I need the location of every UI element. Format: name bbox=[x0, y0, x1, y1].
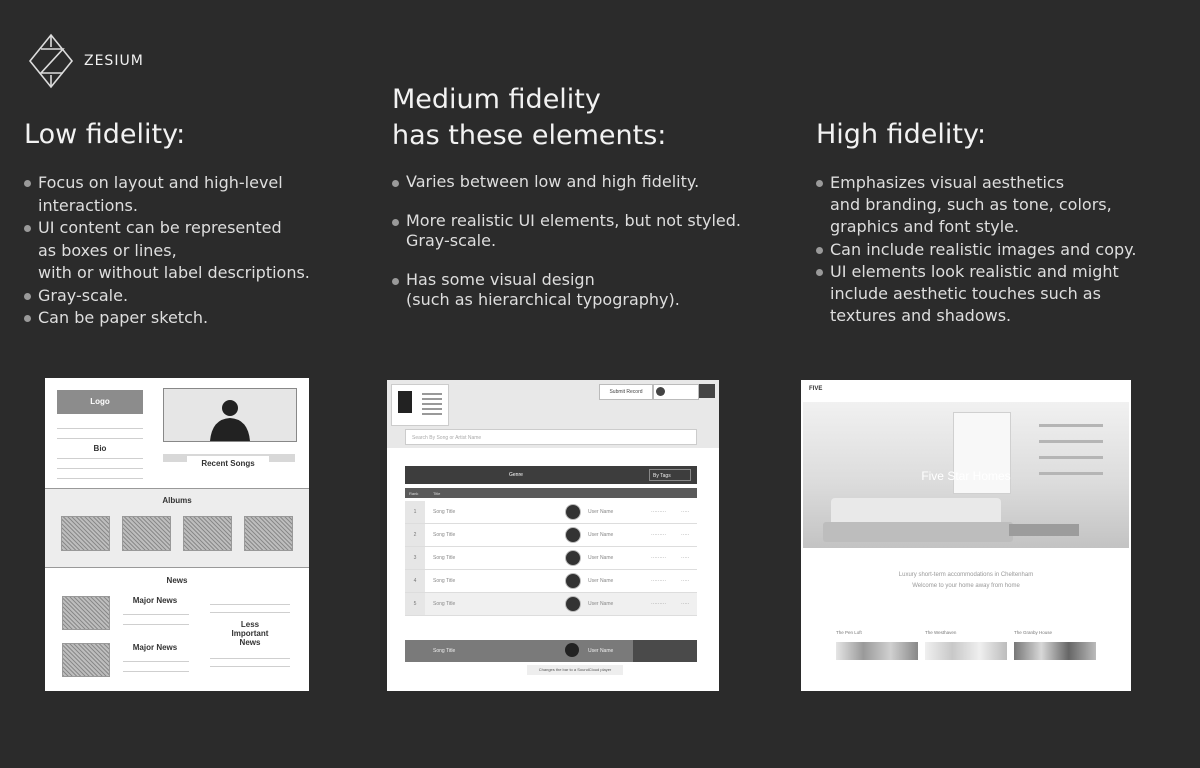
less-important-news-label: Less Important News bbox=[231, 620, 269, 647]
medium-fidelity-column: Medium fidelity has these elements: Vari… bbox=[392, 82, 792, 329]
album-cover bbox=[244, 516, 293, 551]
list-item: Gray-scale. bbox=[24, 285, 364, 308]
thumb-label: The Westhaven bbox=[925, 630, 957, 635]
news-image bbox=[62, 643, 110, 677]
medium-fidelity-title: Medium fidelity has these elements: bbox=[392, 82, 792, 154]
major-news-label: Major News bbox=[132, 596, 178, 605]
avatar bbox=[565, 504, 581, 520]
high-fidelity-list: Emphasizes visual aesthetics and brandin… bbox=[816, 172, 1196, 327]
filter-dropdown[interactable]: By Tags bbox=[649, 469, 691, 481]
player-bar[interactable]: Song Title User Name bbox=[405, 640, 697, 662]
list-item: Can be paper sketch. bbox=[24, 307, 364, 330]
player-actions[interactable] bbox=[633, 640, 697, 662]
tagline-line: Welcome to your home away from home bbox=[912, 583, 1020, 589]
list-item: Can include realistic images and copy. bbox=[816, 239, 1196, 261]
thumbnail-image[interactable] bbox=[836, 642, 918, 660]
recent-songs-label: Recent Songs bbox=[187, 456, 269, 472]
list-item: Focus on layout and high-level interacti… bbox=[24, 172, 364, 217]
avatar bbox=[565, 550, 581, 566]
table-row[interactable]: 2 Song Title User Name ········· ····· bbox=[405, 524, 697, 547]
tagline: Luxury short-term accommodations in Chel… bbox=[801, 570, 1131, 592]
thumbnail-image[interactable] bbox=[925, 642, 1007, 660]
logo-box: Logo bbox=[57, 390, 143, 414]
high-fidelity-title: High fidelity: bbox=[816, 119, 987, 150]
list-item: Has some visual design (such as hierarch… bbox=[392, 270, 792, 310]
table-header: Rank Title bbox=[405, 488, 697, 498]
album-cover bbox=[122, 516, 171, 551]
person-silhouette-icon bbox=[210, 400, 250, 441]
hero-title: Five Star Homes bbox=[921, 469, 1011, 483]
submit-record-button[interactable]: Submit Record bbox=[599, 384, 653, 400]
table-row[interactable]: 5 Song Title User Name ········· ····· bbox=[405, 593, 697, 616]
artist-photo bbox=[163, 388, 297, 442]
high-fidelity-column: High fidelity: Emphasizes visual aesthet… bbox=[816, 117, 1196, 327]
major-news-label: Major News bbox=[132, 643, 178, 652]
avatar bbox=[565, 596, 581, 612]
tagline-line: Luxury short-term accommodations in Chel… bbox=[898, 572, 1034, 578]
title-line: has these elements: bbox=[392, 120, 667, 151]
table-row[interactable]: 1 Song Title User Name ········· ····· bbox=[405, 501, 697, 524]
thumbnail-image[interactable] bbox=[1014, 642, 1096, 660]
albums-section: Albums bbox=[45, 489, 309, 567]
list-item: More realistic UI elements, but not styl… bbox=[392, 211, 792, 251]
list-item: UI elements look realistic and might inc… bbox=[816, 261, 1196, 328]
med-toolbar: Genre By Tags bbox=[405, 466, 697, 484]
player-user: User Name bbox=[588, 648, 614, 654]
avatar bbox=[565, 573, 581, 589]
medium-fidelity-wireframe: Submit Record Search By Song or Artist N… bbox=[387, 380, 719, 691]
thumb-label: The Pen Loft bbox=[836, 630, 862, 635]
avatar bbox=[565, 527, 581, 543]
medium-fidelity-list: Varies between low and high fidelity. Mo… bbox=[392, 172, 792, 310]
title-line: Medium fidelity bbox=[392, 84, 601, 115]
album-cover bbox=[183, 516, 232, 551]
album-cover bbox=[61, 516, 110, 551]
med-logo bbox=[391, 384, 449, 426]
albums-label: Albums bbox=[162, 496, 192, 505]
high-brand: FIVE bbox=[809, 386, 823, 392]
table-row[interactable]: 4 Song Title User Name ········· ····· bbox=[405, 570, 697, 593]
low-fidelity-wireframe: Logo Bio Recent Songs Albums News Major … bbox=[45, 378, 309, 691]
tab-genre[interactable]: Genre bbox=[509, 472, 523, 478]
table-row[interactable]: 3 Song Title User Name ········· ····· bbox=[405, 547, 697, 570]
thumb-label: The Granby House bbox=[1014, 630, 1053, 635]
avatar bbox=[565, 643, 579, 657]
zesium-diamond-logo-icon bbox=[28, 33, 74, 89]
high-fidelity-wireframe: FIVE Five Star Homes Luxury short-term a… bbox=[801, 380, 1131, 691]
low-fidelity-list: Focus on layout and high-level interacti… bbox=[24, 172, 364, 330]
user-menu[interactable] bbox=[653, 384, 699, 400]
tooltip: Changes the bar to a SoundCloud player bbox=[527, 665, 623, 675]
list-item: Varies between low and high fidelity. bbox=[392, 172, 792, 192]
avatar bbox=[656, 387, 665, 396]
hero-image: Five Star Homes bbox=[803, 402, 1129, 548]
news-label: News bbox=[166, 576, 188, 585]
song-search-input[interactable]: Search By Song or Artist Name bbox=[405, 429, 697, 445]
zesium-logo: ZESIUM bbox=[27, 32, 144, 90]
low-fidelity-title: Low fidelity: bbox=[24, 119, 186, 150]
low-fidelity-column: Low fidelity: Focus on layout and high-l… bbox=[24, 117, 364, 330]
col-title: Title bbox=[433, 491, 441, 496]
bio-label: Bio bbox=[93, 444, 107, 453]
news-image bbox=[62, 596, 110, 630]
brand-name: ZESIUM bbox=[84, 53, 144, 69]
player-title: Song Title bbox=[433, 648, 456, 654]
menu-icon[interactable] bbox=[699, 384, 715, 398]
list-item: Emphasizes visual aesthetics and brandin… bbox=[816, 172, 1196, 239]
col-rank: Rank bbox=[409, 491, 419, 496]
list-item: UI content can be represented as boxes o… bbox=[24, 217, 364, 285]
